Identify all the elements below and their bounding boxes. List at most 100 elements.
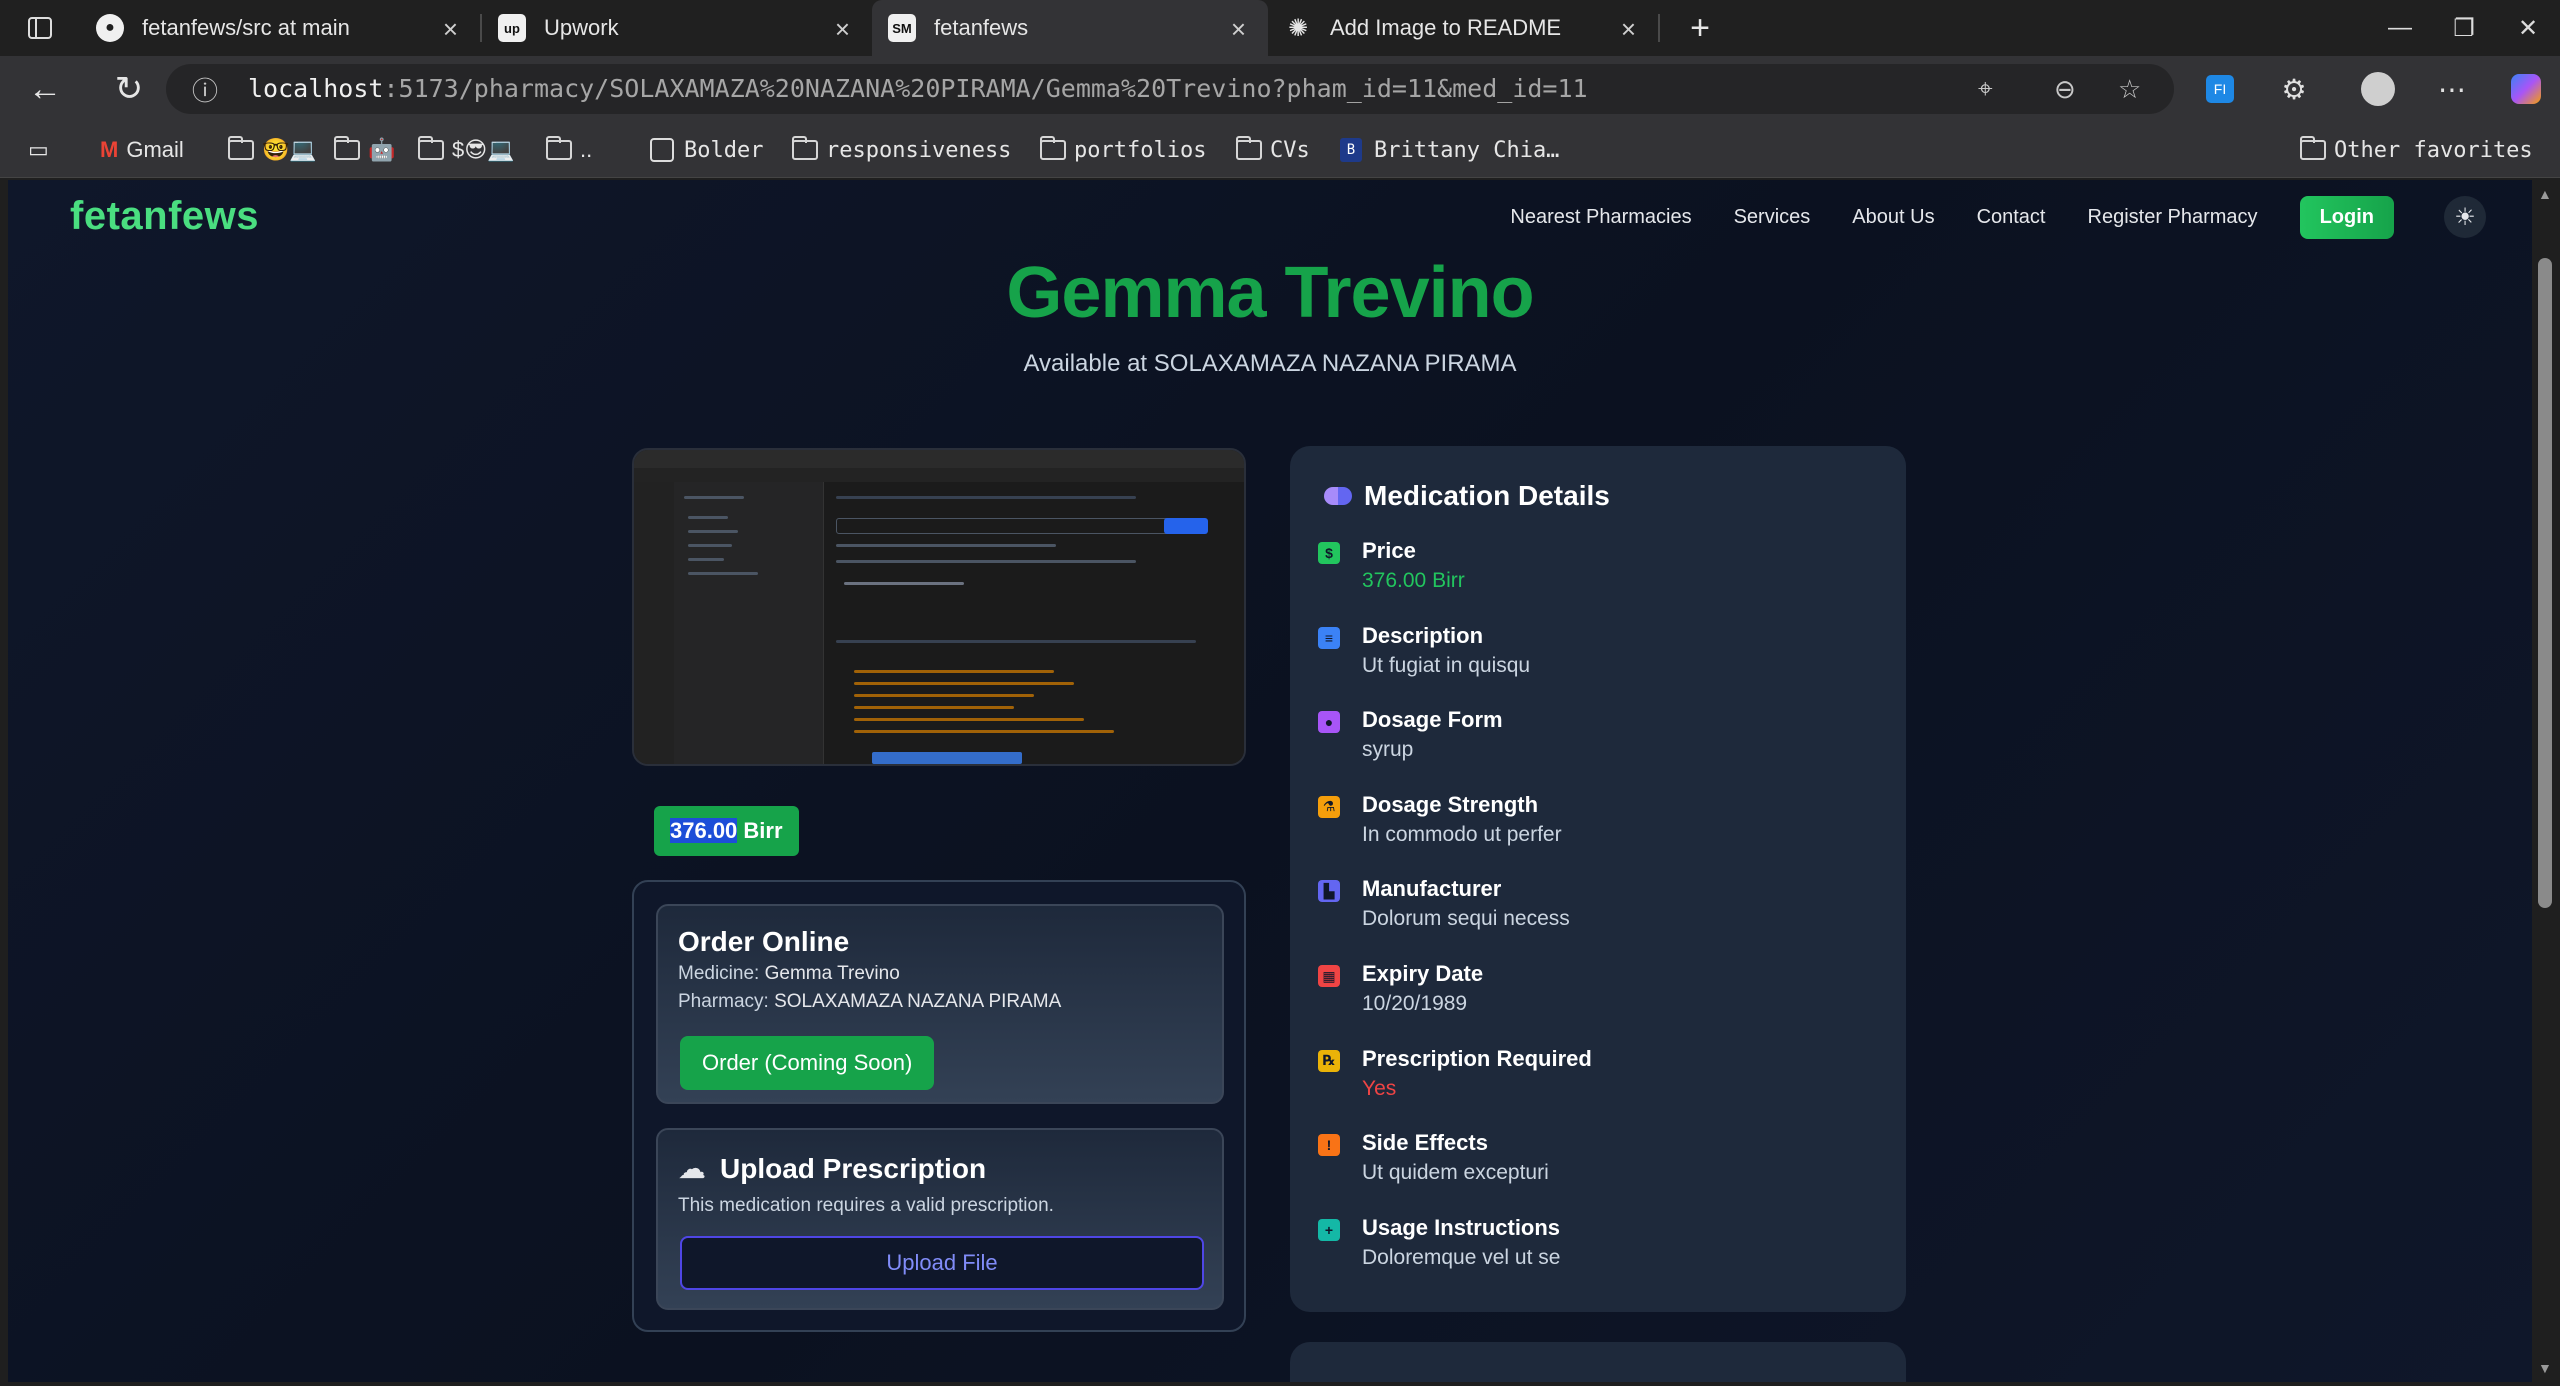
close-icon[interactable]: ×: [443, 14, 458, 45]
bookmark-folder-3[interactable]: $😎💻: [418, 122, 515, 178]
scroll-down-icon[interactable]: ▼: [2538, 1360, 2552, 1376]
detail-label: Price: [1362, 538, 1416, 563]
bookmark-cvs[interactable]: CVs: [1236, 122, 1310, 178]
sidebar-toggle-icon: [28, 17, 52, 39]
nav-register-pharmacy[interactable]: Register Pharmacy: [2088, 206, 2258, 229]
folder-icon: [2300, 136, 2326, 160]
back-button[interactable]: ←: [10, 56, 80, 122]
image-line: [688, 572, 758, 575]
close-window-icon[interactable]: ✕: [2496, 0, 2560, 56]
nav-services[interactable]: Services: [1734, 206, 1811, 229]
favorite-star-icon[interactable]: ☆: [2118, 64, 2141, 114]
page-scrollbar[interactable]: ▲ ▼: [2532, 180, 2560, 1386]
page-viewport: fetanfews Nearest Pharmacies Services Ab…: [8, 180, 2532, 1382]
gmail-icon: M: [100, 137, 119, 162]
upwork-icon: up: [498, 14, 526, 42]
theme-toggle-button[interactable]: ☀: [2444, 196, 2486, 238]
bookmark-brittany[interactable]: B Brittany Chia…: [1340, 122, 1559, 178]
nav-about-us[interactable]: About Us: [1852, 206, 1934, 229]
image-line: [854, 706, 1014, 709]
copilot-button[interactable]: [2498, 56, 2554, 122]
detail-text: Dosage Strength In commodo ut perfer: [1362, 790, 1562, 850]
detail-label: Usage Instructions: [1362, 1214, 1561, 1240]
bookmark-responsiveness[interactable]: responsiveness: [792, 122, 1011, 178]
bookmark-gmail[interactable]: M Gmail: [100, 122, 184, 178]
browser-tab-bar: ● fetanfews/src at main × up Upwork × SM…: [0, 0, 2560, 56]
menu-button[interactable]: ⋯: [2424, 56, 2480, 122]
url-text[interactable]: localhost:5173/pharmacy/SOLAXAMAZA%20NAZ…: [248, 64, 1588, 114]
reload-button[interactable]: ↻: [94, 56, 164, 122]
prescription-icon: ℞: [1318, 1049, 1340, 1072]
tab-actions-button[interactable]: [0, 0, 80, 56]
extension-fi-button[interactable]: FI: [2192, 56, 2248, 122]
detail-label: Dosage Form: [1362, 707, 1503, 733]
site-logo[interactable]: fetanfews: [70, 194, 259, 239]
bookmark-label: ..: [580, 137, 593, 162]
image-taskbar: [872, 752, 1022, 764]
sun-icon: ☀: [2454, 203, 2476, 231]
nav-nearest-pharmacies[interactable]: Nearest Pharmacies: [1510, 206, 1691, 229]
bookmark-portfolios[interactable]: portfolios: [1040, 122, 1206, 178]
image-line: [836, 560, 1136, 563]
image-line: [836, 496, 1136, 499]
extensions-button[interactable]: ⚙: [2266, 56, 2322, 122]
plus-icon: +: [1690, 8, 1710, 47]
bookmark-folder-2[interactable]: 🤖: [334, 122, 395, 178]
tab-fetanfews[interactable]: SM fetanfews ×: [872, 0, 1268, 56]
nav-contact[interactable]: Contact: [1977, 206, 2046, 229]
tab-github[interactable]: ● fetanfews/src at main ×: [80, 0, 480, 56]
image-line: [844, 582, 964, 585]
login-button[interactable]: Login: [2299, 195, 2394, 239]
detail-text: Dosage Form syrup: [1362, 705, 1503, 765]
tab-upwork[interactable]: up Upwork ×: [482, 0, 872, 56]
upload-file-button[interactable]: Upload File: [680, 1236, 1204, 1290]
detail-text: Expiry Date 10/20/1989: [1362, 959, 1483, 1019]
site-info-icon[interactable]: ⓘ: [192, 64, 218, 114]
order-card: Order Online Medicine: Gemma Trevino Pha…: [632, 880, 1246, 1332]
reading-list-icon[interactable]: ▭: [28, 122, 49, 178]
bookmark-folder-4[interactable]: ..: [546, 122, 592, 178]
details-header: Medication Details: [1324, 480, 1610, 512]
brittany-icon: B: [1340, 138, 1362, 162]
detail-row-expiry-date: ▦ Expiry Date 10/20/1989: [1318, 959, 1878, 1019]
image-line: [854, 682, 1074, 685]
close-icon[interactable]: ×: [835, 14, 850, 45]
upload-header: ☁ Upload Prescription: [678, 1152, 986, 1185]
close-icon[interactable]: ×: [1621, 14, 1636, 45]
close-icon[interactable]: ×: [1231, 14, 1246, 45]
tab-label: fetanfews/src at main: [142, 15, 350, 40]
zoom-icon[interactable]: ⊖: [2054, 64, 2076, 114]
bookmark-folder-1[interactable]: 🤓💻: [228, 122, 317, 178]
new-tab-button[interactable]: +: [1660, 0, 1740, 56]
detail-value: 10/20/1989: [1362, 992, 1468, 1015]
detail-text: Description Ut fugiat in quisqu: [1362, 621, 1530, 681]
order-medicine: Medicine: Gemma Trevino: [678, 960, 900, 988]
order-button[interactable]: Order (Coming Soon): [680, 1036, 935, 1090]
restore-icon[interactable]: ❐: [2432, 0, 2496, 56]
folder-icon: [228, 136, 254, 160]
detail-value: Doloremque vel ut se: [1362, 1245, 1561, 1269]
detail-label: Prescription Required: [1362, 1045, 1592, 1071]
detail-row-dosage-form: ● Dosage Form syrup: [1318, 705, 1878, 765]
bookmark-bolder[interactable]: Bolder: [650, 122, 763, 178]
order-medicine-label: Medicine:: [678, 963, 765, 984]
detail-row-manufacturer: ▙ Manufacturer Dolorum sequi necess: [1318, 874, 1878, 934]
scroll-up-icon[interactable]: ▲: [2538, 186, 2552, 202]
bookmark-other-favorites[interactable]: Other favorites: [2300, 122, 2533, 178]
address-bar[interactable]: ⓘ localhost:5173/pharmacy/SOLAXAMAZA%20N…: [166, 64, 2174, 114]
image-input: [836, 518, 1176, 534]
image-menubar: [634, 468, 1244, 482]
detail-row-side-effects: ! Side Effects Ut quidem excepturi: [1318, 1128, 1878, 1188]
upload-prescription-box: ☁ Upload Prescription This medication re…: [656, 1128, 1224, 1310]
profile-button[interactable]: [2350, 56, 2406, 122]
minimize-icon[interactable]: —: [2368, 0, 2432, 56]
tab-add-image[interactable]: ✺ Add Image to README ×: [1268, 0, 1658, 56]
scrollbar-thumb[interactable]: [2538, 258, 2552, 908]
location-icon[interactable]: ⌖: [1978, 64, 1993, 114]
detail-label: Side Effects: [1362, 1130, 1488, 1156]
image-line: [688, 530, 738, 533]
bookmark-label: CVs: [1270, 137, 1310, 163]
detail-value: Yes: [1362, 1076, 1397, 1100]
tab-label: Add Image to README: [1330, 15, 1562, 40]
image-main: [824, 482, 1244, 764]
